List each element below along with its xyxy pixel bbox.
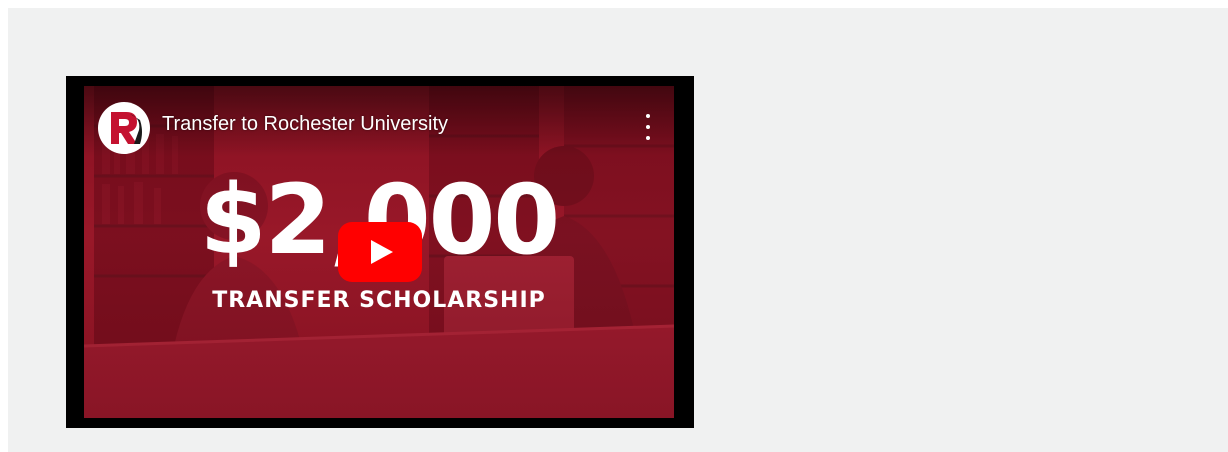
more-vertical-icon[interactable] [642,114,654,140]
youtube-play-icon[interactable] [338,222,422,282]
video-thumbnail[interactable]: $2,000 TRANSFER SCHOLARSHIP Transfer to … [84,86,674,418]
scholarship-caption: TRANSFER SCHOLARSHIP [212,288,546,313]
video-title-link[interactable]: Transfer to Rochester University [162,113,448,136]
rochester-university-logo-icon[interactable] [98,102,150,154]
youtube-embed[interactable]: $2,000 TRANSFER SCHOLARSHIP Transfer to … [66,76,694,428]
content-panel: $2,000 TRANSFER SCHOLARSHIP Transfer to … [8,8,1228,452]
